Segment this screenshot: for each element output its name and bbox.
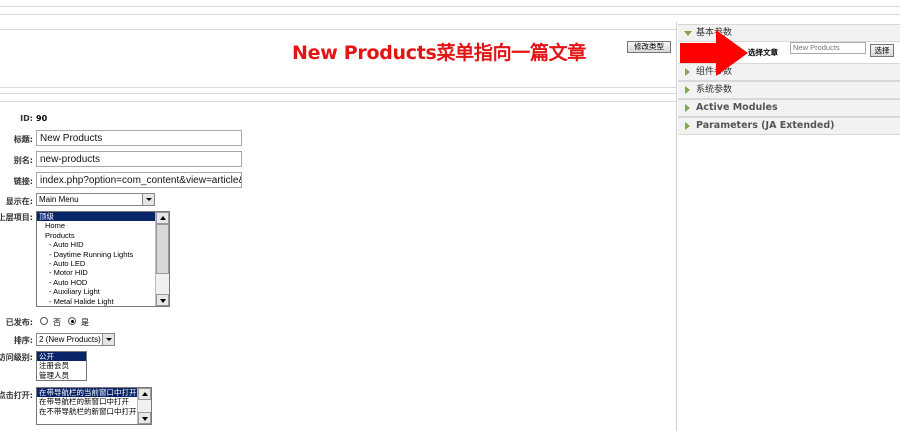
- title-input[interactable]: New Products: [36, 130, 242, 146]
- link-input[interactable]: index.php?option=com_content&view=articl…: [36, 172, 242, 188]
- form-rule-bottom: [0, 101, 676, 102]
- system-params-label: 系统参数: [696, 85, 733, 95]
- alias-input[interactable]: new-products: [36, 151, 242, 167]
- top-rule-2: [0, 14, 900, 15]
- access-listbox[interactable]: 公开 注册会员 管理人员: [36, 351, 87, 381]
- select-article-button[interactable]: 选择: [870, 44, 894, 57]
- scroll-down-icon[interactable]: [138, 412, 151, 424]
- click-open-scrollbar[interactable]: [137, 388, 151, 424]
- list-item[interactable]: - Motor HID: [37, 268, 169, 277]
- scroll-up-icon[interactable]: [156, 212, 169, 224]
- alias-label: 别名:: [13, 156, 33, 165]
- toolbar-rule-top: [0, 29, 676, 30]
- select-article-input[interactable]: New Products: [790, 42, 866, 54]
- click-open-label: 点击打开:: [0, 391, 33, 400]
- parameters-ja-label: Parameters (JA Extended): [696, 120, 835, 131]
- active-modules-label: Active Modules: [696, 102, 778, 113]
- list-item[interactable]: - Auto HOD: [37, 278, 169, 287]
- list-item[interactable]: Home: [37, 221, 169, 230]
- order-label: 排序:: [13, 336, 33, 345]
- published-no-label: 否: [53, 318, 61, 327]
- published-yes-radio[interactable]: [68, 317, 76, 325]
- system-params-toggle[interactable]: 系统参数: [678, 81, 900, 99]
- order-value: 2 (New Products): [39, 335, 101, 344]
- id-label: ID:: [20, 114, 33, 123]
- list-item[interactable]: 公开: [37, 352, 86, 362]
- change-type-button[interactable]: 修改类型: [627, 41, 671, 53]
- scroll-thumb[interactable]: [156, 224, 169, 274]
- list-item[interactable]: 在不带导航栏的新窗口中打开: [37, 407, 151, 416]
- access-label: 访问级别:: [0, 353, 33, 362]
- list-item[interactable]: - Auto LED: [37, 259, 169, 268]
- triangle-right-icon: [685, 86, 690, 94]
- parameters-panel: 基本参数 选择文章 New Products 选择 组件参数 系统参数 Acti…: [676, 22, 900, 431]
- triangle-right-icon: [685, 122, 690, 130]
- parent-listbox[interactable]: 顶级 Home Products - Auto HID - Daytime Ru…: [36, 211, 170, 307]
- form-rule-top: [0, 93, 676, 94]
- click-open-listbox[interactable]: 在带导航栏的当前窗口中打开 在带导航栏的新窗口中打开 在不带导航栏的新窗口中打开: [36, 387, 152, 425]
- list-item[interactable]: - Auxiliary Light: [37, 287, 169, 296]
- parent-scrollbar[interactable]: [155, 212, 169, 306]
- list-item[interactable]: 在带导航栏的当前窗口中打开: [37, 388, 137, 398]
- list-item[interactable]: - Auto HID: [37, 240, 169, 249]
- list-item[interactable]: - Daytime Running Lights: [37, 250, 169, 259]
- list-item[interactable]: 注册会员: [37, 361, 86, 370]
- link-label: 链接:: [13, 177, 33, 186]
- list-item[interactable]: 在带导航栏的新窗口中打开: [37, 397, 151, 406]
- published-no-radio[interactable]: [40, 317, 48, 325]
- chevron-down-icon[interactable]: [102, 334, 114, 345]
- display-in-label: 显示在:: [5, 197, 33, 206]
- parent-label: 上层项目:: [0, 213, 33, 222]
- list-item[interactable]: - Metal Halide Light: [37, 297, 169, 306]
- page-headline: New Products菜单指向一篇文章: [292, 42, 587, 64]
- scroll-up-icon[interactable]: [138, 388, 151, 400]
- list-item[interactable]: 管理人员: [37, 371, 86, 380]
- parameters-ja-toggle[interactable]: Parameters (JA Extended): [678, 117, 900, 135]
- display-in-select[interactable]: Main Menu: [36, 193, 155, 206]
- published-yes-label: 是: [81, 318, 89, 327]
- select-article-label: 选择文章: [748, 48, 778, 57]
- triangle-right-icon: [685, 104, 690, 112]
- published-label: 已发布:: [5, 318, 33, 327]
- order-select[interactable]: 2 (New Products): [36, 333, 115, 346]
- red-arrow-icon: [680, 30, 748, 76]
- active-modules-toggle[interactable]: Active Modules: [678, 99, 900, 117]
- id-value: 90: [36, 114, 48, 123]
- list-item[interactable]: Products: [37, 231, 169, 240]
- scroll-down-icon[interactable]: [156, 294, 169, 306]
- title-label: 标题:: [13, 135, 33, 144]
- list-item[interactable]: 顶级: [37, 212, 169, 222]
- toolbar-rule-bottom: [0, 87, 676, 88]
- display-in-value: Main Menu: [39, 195, 79, 204]
- top-rule-1: [0, 6, 900, 7]
- chevron-down-icon[interactable]: [142, 194, 154, 205]
